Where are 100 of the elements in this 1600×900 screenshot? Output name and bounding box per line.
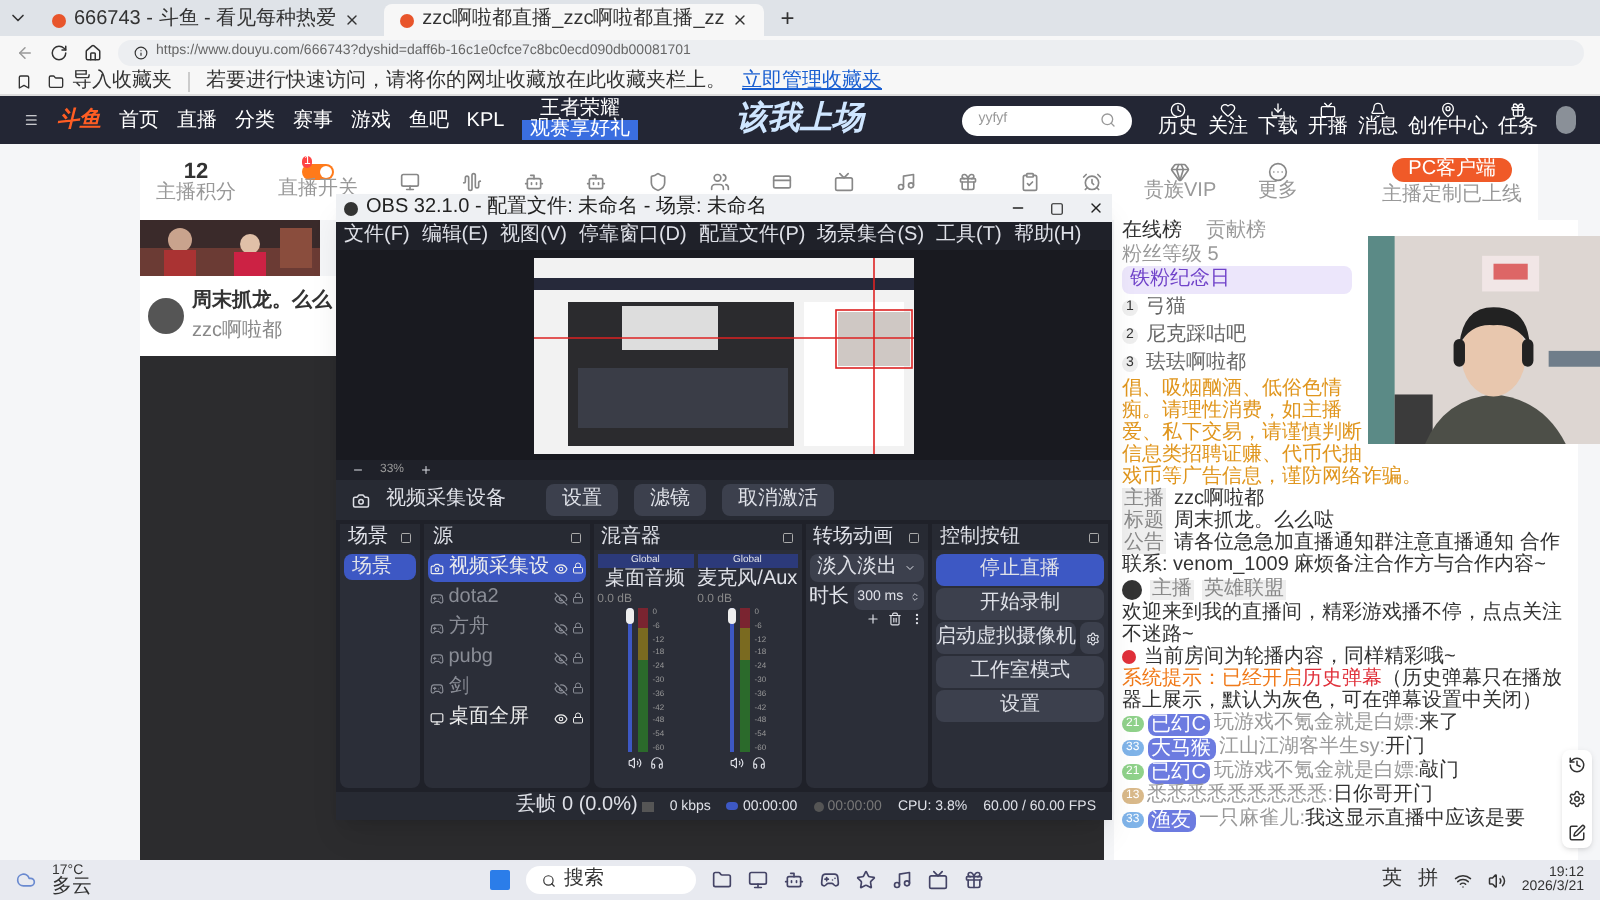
- waveform-icon[interactable]: [462, 172, 482, 192]
- camera-settings-button[interactable]: [1080, 622, 1104, 654]
- edit-icon[interactable]: [1568, 824, 1586, 842]
- eye-off-icon[interactable]: [553, 681, 568, 695]
- header-action[interactable]: 关注: [1207, 102, 1248, 138]
- nav-link[interactable]: 首页: [118, 105, 159, 135]
- nav-link[interactable]: 分类: [234, 105, 275, 135]
- source-item[interactable]: 方舟: [428, 614, 586, 642]
- source-item[interactable]: dota2: [428, 584, 586, 612]
- input-method[interactable]: 拼: [1417, 870, 1438, 890]
- start-icon[interactable]: [489, 870, 510, 890]
- gamepad-icon[interactable]: [819, 870, 840, 890]
- header-action[interactable]: 历史: [1157, 102, 1198, 138]
- control-button[interactable]: 设置: [936, 690, 1104, 722]
- ranking-name[interactable]: 珐珐啊啦都: [1146, 354, 1246, 374]
- source-item[interactable]: 视频采集设: [428, 554, 586, 582]
- home-icon[interactable]: [84, 43, 102, 61]
- screen-icon[interactable]: [834, 172, 854, 192]
- headphones-icon[interactable]: [649, 756, 664, 770]
- lock-icon[interactable]: [571, 562, 584, 574]
- menu-item[interactable]: 工具(T): [936, 226, 1002, 246]
- lock-icon[interactable]: [571, 712, 584, 724]
- history-icon[interactable]: [1568, 756, 1586, 774]
- close-icon[interactable]: [732, 12, 749, 28]
- shield-icon[interactable]: [648, 172, 668, 192]
- import-favorites-button[interactable]: 导入收藏夹: [48, 71, 172, 91]
- music-icon[interactable]: [891, 870, 912, 890]
- control-button[interactable]: 工作室模式: [936, 656, 1104, 688]
- nav-link[interactable]: 直播: [176, 105, 217, 135]
- source-item[interactable]: 桌面全屏: [428, 704, 586, 732]
- eye-off-icon[interactable]: [553, 591, 568, 605]
- rank-tab[interactable]: 在线榜: [1122, 222, 1182, 242]
- back-icon[interactable]: [16, 43, 34, 61]
- robot-icon[interactable]: [783, 870, 804, 890]
- promo-title[interactable]: 王者荣耀: [540, 100, 621, 120]
- new-tab-button[interactable]: +: [772, 6, 803, 30]
- control-button[interactable]: 开始录制: [936, 588, 1104, 620]
- nav-link[interactable]: 赛事: [292, 105, 333, 135]
- zoom-in-icon[interactable]: [420, 464, 433, 476]
- scene-item[interactable]: 场景: [344, 554, 417, 580]
- source-button[interactable]: 取消激活: [722, 484, 834, 516]
- ranking-name[interactable]: 弓猫: [1146, 298, 1186, 318]
- volume-fader[interactable]: [626, 608, 635, 752]
- close-icon[interactable]: [1088, 200, 1104, 216]
- site-logo[interactable]: 斗鱼: [56, 103, 101, 137]
- fader-thumb[interactable]: [626, 608, 635, 624]
- menu-item[interactable]: 视图(V): [500, 226, 567, 246]
- ranking-name[interactable]: 尼克踩咕吧: [1146, 326, 1246, 346]
- clipboard-icon[interactable]: [1020, 172, 1040, 192]
- gift-icon[interactable]: [958, 172, 978, 192]
- volume-fader[interactable]: [728, 608, 737, 752]
- tv-icon[interactable]: [927, 870, 948, 890]
- headphones-icon[interactable]: [751, 756, 766, 770]
- undock-icon[interactable]: [1088, 531, 1100, 543]
- header-action[interactable]: 创作中心: [1407, 102, 1488, 138]
- promo-tag[interactable]: 观赛享好礼: [522, 120, 639, 140]
- maximize-icon[interactable]: [1050, 201, 1064, 215]
- anniversary-banner[interactable]: 铁粉纪念日: [1122, 266, 1352, 294]
- source-item[interactable]: pubg: [428, 644, 586, 672]
- nav-link[interactable]: 游戏: [350, 105, 391, 135]
- menu-item[interactable]: 场景集合(S): [817, 226, 925, 246]
- volume-icon[interactable]: [1487, 871, 1506, 889]
- user-avatar[interactable]: [1555, 106, 1576, 134]
- monitor-icon[interactable]: [747, 870, 768, 890]
- diamond-icon[interactable]: [1170, 162, 1191, 182]
- transition-select[interactable]: 淡入淡出: [809, 554, 924, 582]
- folder-icon[interactable]: [711, 870, 732, 890]
- gift-icon[interactable]: [963, 870, 984, 890]
- card-icon[interactable]: [772, 172, 792, 192]
- spinner-icon[interactable]: [910, 592, 920, 602]
- reload-icon[interactable]: [50, 43, 68, 61]
- header-action[interactable]: 开播: [1307, 102, 1348, 138]
- search-icon[interactable]: [1099, 112, 1116, 128]
- browser-tab[interactable]: 666743 - 斗鱼 - 看见每种热爱: [36, 4, 377, 36]
- weather-text[interactable]: 多云: [52, 877, 92, 897]
- control-button[interactable]: 启动虚拟摄像机: [936, 622, 1076, 654]
- eye-off-icon[interactable]: [553, 621, 568, 635]
- zoom-out-icon[interactable]: [352, 464, 364, 476]
- control-button[interactable]: 停止直播: [936, 554, 1104, 586]
- search-box[interactable]: 搜索: [525, 866, 696, 894]
- network-icon[interactable]: [1453, 871, 1472, 889]
- trash-icon[interactable]: [888, 612, 902, 626]
- star-icon[interactable]: [855, 870, 876, 890]
- browser-tab[interactable]: zzc啊啦都直播_zzc啊啦都直播_zz: [384, 4, 765, 36]
- channel-name[interactable]: 麦克风/Aux: [697, 568, 798, 592]
- source-item[interactable]: 剑: [428, 674, 586, 702]
- eye-icon[interactable]: [553, 711, 568, 725]
- speaker-icon[interactable]: [627, 756, 642, 770]
- menu-item[interactable]: 配置文件(P): [698, 226, 806, 246]
- live-toggle[interactable]: [302, 164, 334, 180]
- undock-icon[interactable]: [400, 531, 413, 543]
- source-button[interactable]: 设置: [546, 484, 618, 516]
- undock-icon[interactable]: [781, 531, 794, 543]
- header-action[interactable]: 消息: [1357, 102, 1398, 138]
- eye-off-icon[interactable]: [553, 651, 568, 665]
- eye-icon[interactable]: [553, 561, 568, 575]
- menu-icon[interactable]: [24, 110, 39, 130]
- header-action[interactable]: 下载: [1257, 102, 1298, 138]
- weather-icon[interactable]: [16, 870, 36, 890]
- close-icon[interactable]: [344, 12, 361, 28]
